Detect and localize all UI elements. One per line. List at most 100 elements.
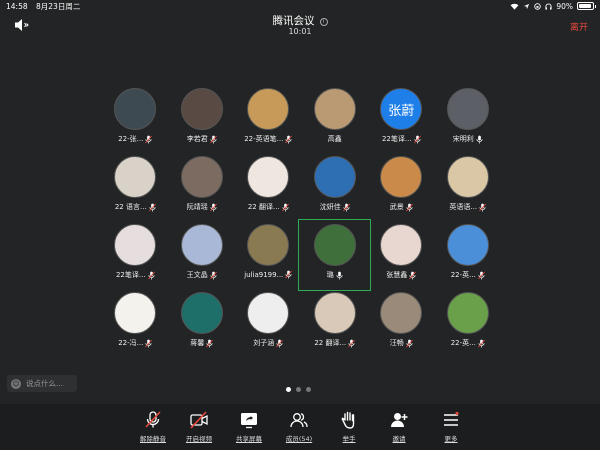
mic-muted-icon (209, 135, 217, 143)
start-video-button[interactable]: 开启视频 (174, 410, 224, 443)
participant-name-row: 王文晶 (187, 270, 217, 280)
avatar (247, 88, 290, 130)
participant-tile[interactable]: 22-冯... (102, 290, 169, 358)
meeting-title[interactable]: 腾讯会议 i (0, 13, 600, 28)
share-screen-button[interactable]: 共享屏幕 (224, 410, 274, 443)
participant-name: 22 语言... (114, 203, 147, 211)
avatar (247, 224, 290, 266)
participant-tile[interactable]: 武景 (368, 154, 435, 222)
leave-button[interactable]: 离开 (570, 20, 588, 33)
mic-muted-icon (209, 271, 217, 279)
avatar-text: 张蔚 (388, 103, 415, 119)
participant-name: 沈妍佳 (319, 203, 341, 211)
participant-name: 22-英... (450, 339, 476, 347)
more-label: 更多 (444, 435, 458, 443)
participant-name: 汪畅 (389, 339, 404, 347)
participant-name-row: 宋明利 (453, 134, 483, 144)
participant-name-row: julia9199... (244, 270, 293, 279)
participant-name: 李若君 (186, 135, 208, 143)
participant-tile[interactable]: 高鑫 (302, 86, 369, 154)
participant-name-row: 22 翻译... (248, 202, 289, 212)
more-icon (444, 411, 459, 426)
avatar (380, 156, 423, 198)
members-button[interactable]: 成员(54) (274, 410, 324, 443)
participant-tile[interactable]: 22 语言... (102, 154, 169, 222)
participant-name-row: 阮靖瑶 (187, 202, 217, 212)
participant-name-row: 汪畅 (390, 338, 413, 348)
participant-tile[interactable]: 刘子涵 (235, 290, 302, 358)
raise-hand-icon (341, 411, 355, 429)
chat-input[interactable]: ☺ 说点什么... (7, 375, 77, 392)
mic-muted-icon (409, 271, 417, 279)
participant-tile[interactable]: 22笔译... (102, 222, 169, 290)
avatar (114, 292, 157, 334)
share-screen-label: 共享屏幕 (236, 435, 262, 443)
participant-name-row: 蒋馨 (190, 338, 214, 348)
page-indicator[interactable] (286, 387, 311, 392)
mic-muted-icon (206, 339, 214, 347)
participant-tile[interactable]: 张慧鑫 (368, 222, 435, 290)
participant-tile[interactable]: 22 翻译... (302, 290, 369, 358)
unmute-button[interactable]: 解除静音 (128, 410, 178, 443)
participant-name: 蒋馨 (190, 339, 205, 347)
participant-tile[interactable]: 张蔚 22笔译... (368, 86, 435, 154)
participant-tile[interactable]: 英语语... (435, 154, 502, 222)
emoji-icon[interactable]: ☺ (11, 378, 21, 389)
mic-muted-icon (405, 203, 413, 211)
mic-muted-icon (145, 135, 153, 143)
participant-name: 22-英... (450, 271, 476, 279)
participant-name: 高鑫 (327, 135, 342, 143)
participant-name: 王文晶 (186, 271, 208, 279)
avatar (446, 156, 489, 198)
participant-tile[interactable]: 22-英语笔... (235, 86, 302, 154)
meeting-duration: 10:01 (288, 27, 312, 36)
mic-muted-icon (285, 135, 293, 143)
participant-tile[interactable]: 宋明利 (435, 86, 502, 154)
participant-name: julia9199... (244, 270, 284, 279)
mic-muted-icon (148, 203, 156, 211)
participant-tile[interactable]: 22 翻译... (235, 154, 302, 222)
avatar (114, 156, 157, 198)
avatar (380, 224, 423, 266)
more-button[interactable]: 更多 (426, 410, 476, 443)
participant-tile[interactable]: 22-张... (102, 86, 169, 154)
avatar (380, 292, 423, 334)
status-bar: 14:58 8月23日周二 90% (0, 0, 600, 12)
participant-tile[interactable]: 王文晶 (169, 222, 236, 290)
avatar (180, 224, 223, 266)
avatar (180, 156, 223, 198)
participant-tile[interactable]: 22-英... (435, 290, 502, 358)
participant-tile[interactable]: 蒋馨 (169, 290, 236, 358)
participant-tile[interactable]: julia9199... (235, 222, 302, 290)
participant-name-row: 高鑫 (328, 134, 342, 144)
avatar (247, 292, 290, 334)
page-dot[interactable] (306, 387, 311, 392)
battery-percent: 90% (556, 1, 573, 11)
participant-tile[interactable]: 阮靖瑶 (169, 154, 236, 222)
participant-name-row: 22 翻译... (314, 338, 356, 348)
participant-tile[interactable]: 沈妍佳 (302, 154, 369, 222)
mic-muted-icon (145, 339, 153, 347)
bottom-toolbar: 解除静音 开启视频 共享屏幕 成员(54) 举手 邀请 更多 (0, 404, 600, 450)
page-dot[interactable] (296, 387, 301, 392)
participant-name: 宋明利 (452, 135, 474, 143)
info-icon[interactable]: i (319, 18, 328, 26)
mic-muted-icon (281, 203, 289, 211)
mic-muted-icon (348, 339, 356, 347)
participant-tile[interactable]: 汪畅 (368, 290, 435, 358)
raise-hand-button[interactable]: 举手 (324, 410, 374, 443)
participant-name-row: 张慧鑫 (386, 270, 417, 280)
status-time: 14:58 (6, 1, 28, 11)
mic-muted-icon (405, 339, 413, 347)
participant-name: 22-英语笔... (244, 135, 284, 143)
participant-name: 22笔译... (115, 271, 146, 279)
invite-button[interactable]: 邀请 (374, 410, 424, 443)
participant-tile[interactable]: 22-英... (435, 222, 502, 290)
avatar (180, 292, 223, 334)
mic-muted-icon (276, 339, 284, 347)
mic-muted-icon (413, 135, 421, 143)
participant-tile[interactable]: 李若君 (169, 86, 236, 154)
avatar (114, 88, 157, 130)
page-dot[interactable] (286, 387, 291, 392)
participant-name: 刘子涵 (253, 339, 275, 347)
